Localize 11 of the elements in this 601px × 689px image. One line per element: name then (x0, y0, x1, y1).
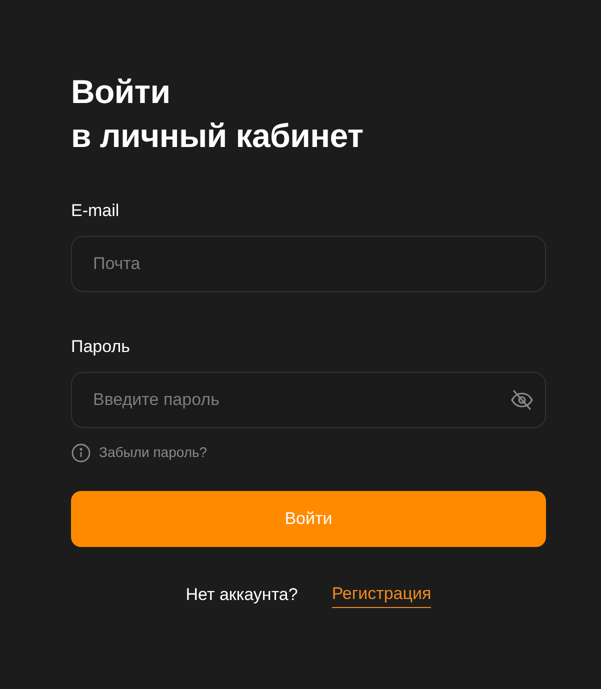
page-title: в личный кабинет (71, 116, 364, 156)
info-icon (71, 442, 91, 462)
page-title: Войти (71, 72, 170, 112)
password-field[interactable]: Введите пароль (71, 372, 546, 428)
forgot-password-link[interactable]: Забыли пароль? (99, 442, 208, 463)
eye-slash-icon[interactable] (510, 388, 534, 412)
no-account-text: Нет аккаунта? (186, 584, 298, 606)
field-label: E-mail (71, 200, 120, 222)
field-label: Пароль (71, 336, 130, 358)
email-field[interactable]: Почта (71, 236, 546, 292)
register-link[interactable]: Регистрация (332, 581, 432, 608)
